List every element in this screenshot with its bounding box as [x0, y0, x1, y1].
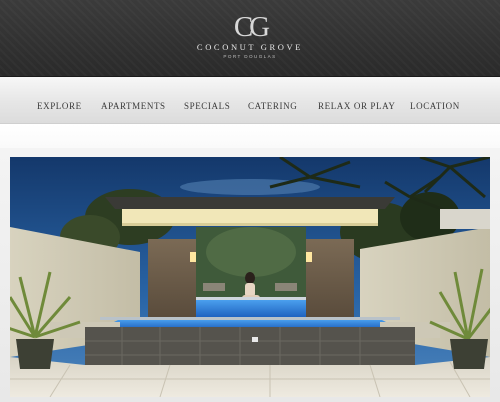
stone-pillar-left — [148, 239, 196, 317]
nav-apartments[interactable]: APARTMENTS — [101, 101, 166, 111]
site-header: CG COCONUT GROVE PORT DOUGLAS — [0, 0, 500, 77]
hero-image — [10, 157, 490, 397]
cabana-roof-light — [122, 209, 378, 225]
right-building — [440, 209, 490, 229]
pool-tiled-wall — [85, 327, 415, 369]
content-divider — [0, 124, 500, 148]
nav-explore[interactable]: EXPLORE — [37, 101, 82, 111]
coconut-grove-logo[interactable]: CG — [229, 10, 271, 40]
main-navigation: EXPLORE APARTMENTS SPECIALS CATERING REL… — [0, 77, 500, 124]
nav-catering[interactable]: CATERING — [248, 101, 297, 111]
wall-light — [190, 252, 196, 262]
wall-light — [306, 252, 312, 262]
stone-pillar-right — [306, 239, 354, 317]
pool-cabana-photo — [10, 157, 490, 397]
cabana-roof — [105, 197, 395, 209]
nav-relax-or-play[interactable]: RELAX OR PLAY — [318, 101, 395, 111]
pool-light — [252, 337, 258, 342]
nav-location[interactable]: LOCATION — [410, 101, 460, 111]
spa-pool — [196, 299, 306, 317]
brand-name: COCONUT GROVE — [196, 42, 304, 52]
brand-location: PORT DOUGLAS — [223, 54, 277, 59]
cloud — [180, 179, 320, 195]
logo-mark-text: CG — [234, 11, 270, 40]
nav-specials[interactable]: SPECIALS — [184, 101, 230, 111]
sun-lounger — [275, 283, 297, 291]
sun-lounger — [203, 283, 225, 291]
